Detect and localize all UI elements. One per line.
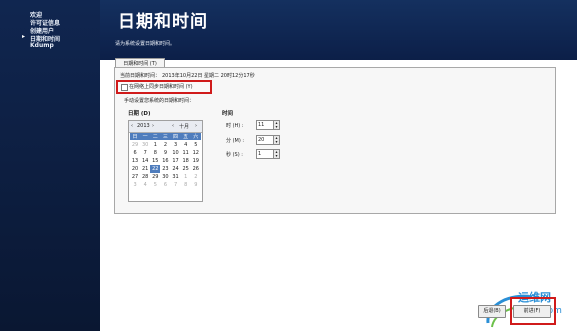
calendar-grid: 29 30 1 2 3 4 5 6 7 8 9 10 11 12 13 14 15 16 17 18 19 20 21 22 2… (130, 141, 201, 189)
calendar-header: ‹ 2013 › ‹ 十月 › (129, 121, 202, 133)
calendar-day[interactable]: 20 (130, 165, 140, 173)
calendar-day[interactable]: 5 (191, 141, 201, 149)
calendar-day[interactable]: 21 (140, 165, 150, 173)
calendar-day[interactable]: 30 (140, 141, 150, 149)
calendar-day[interactable]: 11 (181, 149, 191, 157)
calendar-day[interactable]: 18 (181, 157, 191, 165)
weekday-label: 一 (142, 134, 148, 140)
calendar-week-row: 29 30 1 2 3 4 5 (130, 141, 201, 149)
hour-spinner-arrows-icon[interactable]: ▴ ▾ (273, 120, 280, 130)
calendar-day[interactable]: 7 (140, 149, 150, 157)
ntp-sync-checkbox[interactable] (121, 84, 128, 91)
weekday-label: 五 (183, 134, 189, 140)
date-label: 日期 (D) (128, 111, 151, 117)
calendar-day[interactable]: 3 (171, 141, 181, 149)
calendar-day[interactable]: 22 (150, 165, 161, 173)
calendar-day[interactable]: 9 (160, 149, 170, 157)
minute-spinner-arrows-icon[interactable]: ▴ ▾ (273, 135, 280, 145)
calendar-month: 十月 (179, 124, 190, 130)
calendar-day[interactable]: 1 (181, 173, 191, 181)
prev-year-button[interactable]: ‹ (131, 123, 133, 129)
calendar-day[interactable]: 8 (181, 181, 191, 189)
current-step-marker-icon: ▸ (22, 33, 26, 40)
hour-label: 时 (H) : (226, 123, 244, 129)
sidebar: 欢迎 许可证信息 创建用户 ▸ 日期和时间 Kdump (0, 0, 100, 331)
calendar-day[interactable]: 27 (130, 173, 140, 181)
calendar-day[interactable]: 30 (160, 173, 170, 181)
calendar-week-row: 6 7 8 9 10 11 12 (130, 149, 201, 157)
current-time-label: 当前日期和时间： (120, 73, 161, 79)
calendar-year: 2013 (137, 123, 150, 129)
back-button[interactable]: 后退(B) (478, 305, 506, 318)
calendar: ‹ 2013 › ‹ 十月 › 日一二三四五六 29 30 1 2 3 4 5 6 7 8 9 10 1… (128, 120, 203, 202)
calendar-week-row: 20 21 22 23 24 25 26 (130, 165, 201, 173)
weekday-label: 三 (162, 134, 168, 140)
weekday-label: 日 (132, 134, 138, 140)
calendar-day[interactable]: 19 (191, 157, 201, 165)
page-header: 日期和时间 (100, 0, 577, 60)
calendar-day[interactable]: 31 (171, 173, 181, 181)
calendar-day[interactable]: 12 (191, 149, 201, 157)
calendar-day[interactable]: 29 (130, 141, 140, 149)
calendar-day[interactable]: 6 (160, 181, 170, 189)
calendar-day[interactable]: 3 (130, 181, 140, 189)
calendar-day[interactable]: 23 (160, 165, 170, 173)
forward-button-highlight (510, 297, 556, 325)
second-spinner-arrows-icon[interactable]: ▴ ▾ (273, 149, 280, 159)
second-label: 秒 (S) : (226, 152, 243, 158)
calendar-day[interactable]: 9 (191, 181, 201, 189)
calendar-day[interactable]: 8 (150, 149, 160, 157)
manual-setting-label: 手动设置您系统的日期和时间： (124, 98, 195, 104)
page-title: 日期和时间 (118, 12, 208, 32)
calendar-day[interactable]: 2 (160, 141, 170, 149)
minute-label: 分 (M) : (226, 138, 245, 144)
calendar-day[interactable]: 2 (191, 173, 201, 181)
calendar-day[interactable]: 14 (140, 157, 150, 165)
next-year-button[interactable]: › (152, 123, 154, 129)
calendar-day[interactable]: 7 (171, 181, 181, 189)
calendar-day[interactable]: 6 (130, 149, 140, 157)
ntp-sync-label[interactable]: 在网络上同步日期和时间 (Y) (129, 83, 193, 90)
calendar-day[interactable]: 4 (181, 141, 191, 149)
time-label: 时间 (222, 111, 234, 117)
prev-month-button[interactable]: ‹ (172, 123, 174, 129)
calendar-day[interactable]: 5 (150, 181, 160, 189)
calendar-day[interactable]: 29 (150, 173, 160, 181)
calendar-day[interactable]: 17 (171, 157, 181, 165)
calendar-day[interactable]: 1 (150, 141, 160, 149)
calendar-day[interactable]: 25 (181, 165, 191, 173)
next-month-button[interactable]: › (195, 123, 197, 129)
weekday-label: 六 (193, 134, 199, 140)
page-instruction: 请为系统设置日期和时间。 (115, 41, 176, 47)
calendar-day[interactable]: 15 (150, 157, 160, 165)
calendar-day[interactable]: 28 (140, 173, 150, 181)
calendar-day[interactable]: 26 (191, 165, 201, 173)
calendar-day[interactable]: 16 (160, 157, 170, 165)
sidebar-item-kdump: Kdump (30, 42, 54, 49)
ntp-sync-highlight: 在网络上同步日期和时间 (Y) (116, 80, 212, 94)
calendar-week-row: 27 28 29 30 31 1 2 (130, 173, 201, 181)
calendar-day[interactable]: 10 (171, 149, 181, 157)
current-time-value: 2013年10月22日 星期二 20时12分17秒 (162, 73, 255, 79)
weekday-label: 二 (152, 134, 158, 140)
calendar-weekday-row: 日一二三四五六 (130, 133, 201, 140)
weekday-label: 四 (173, 134, 179, 140)
calendar-day[interactable]: 24 (171, 165, 181, 173)
calendar-day[interactable]: 13 (130, 157, 140, 165)
calendar-week-row: 13 14 15 16 17 18 19 (130, 157, 201, 165)
calendar-day[interactable]: 4 (140, 181, 150, 189)
calendar-week-row: 3456789 (130, 181, 201, 189)
